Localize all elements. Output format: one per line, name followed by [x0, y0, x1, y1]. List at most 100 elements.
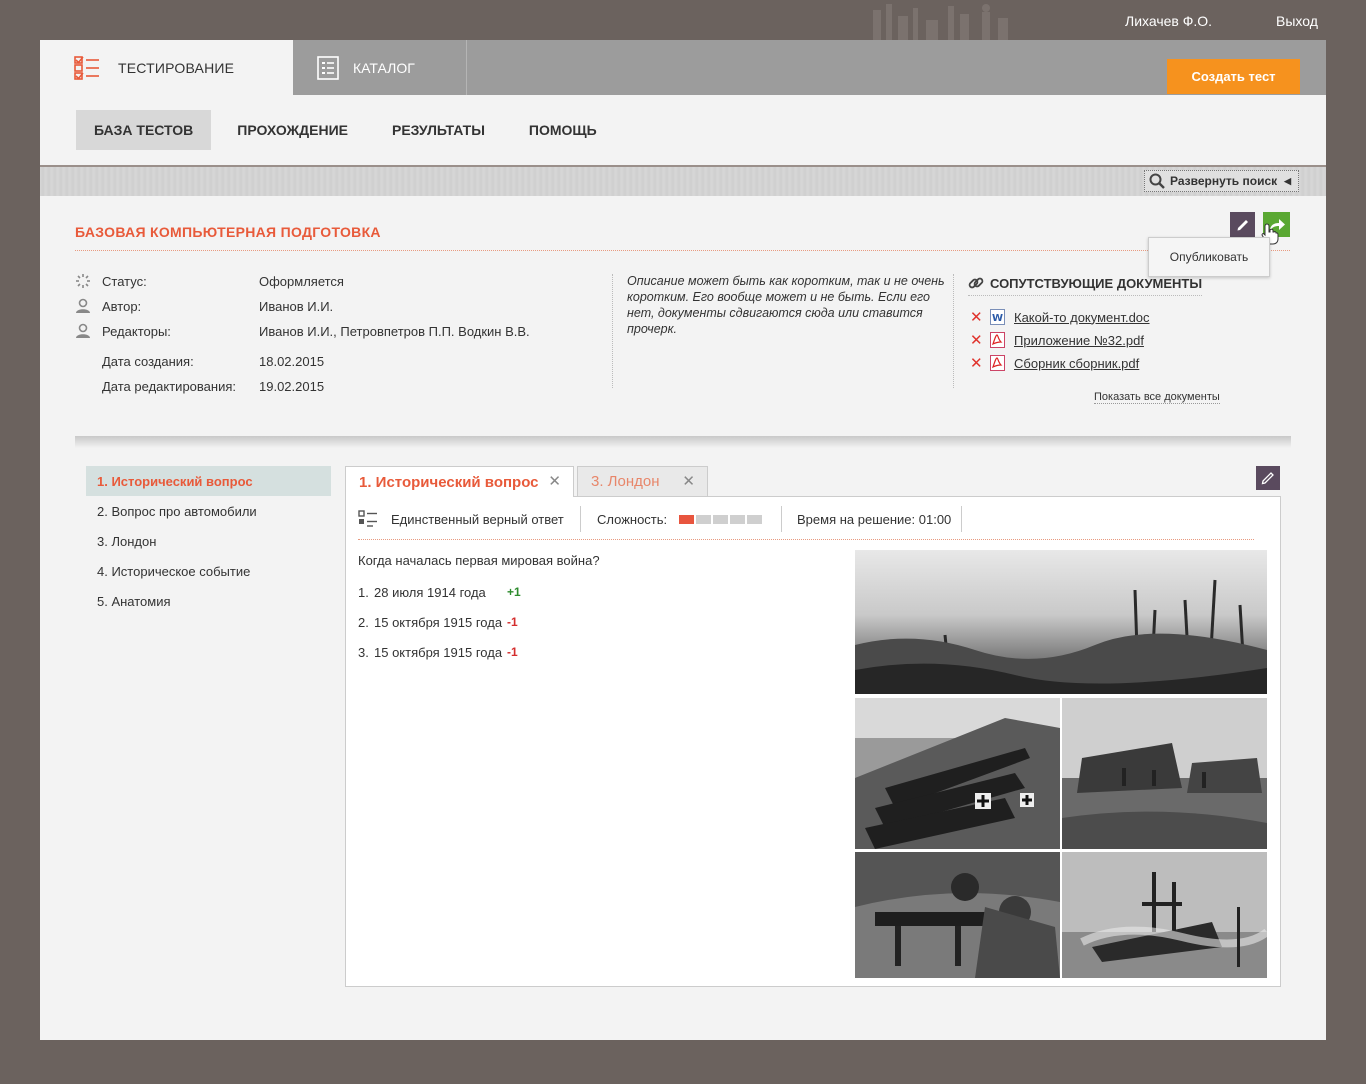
question-tab-3[interactable]: 3. Лондон ✕ [577, 466, 708, 496]
tab-catalog-label: КАТАЛОГ [353, 59, 415, 76]
sub-navigation: БАЗА ТЕСТОВ ПРОХОЖДЕНИЕ РЕЗУЛЬТАТЫ ПОМОЩ… [40, 95, 1326, 167]
sinking-ship-photo [1062, 852, 1267, 978]
caret-left-icon: ◀ [1284, 175, 1292, 186]
tab-testing[interactable]: ТЕСТИРОВАНИЕ [40, 40, 293, 95]
question-list-item[interactable]: 4. Историческое событие [86, 556, 331, 586]
checklist-icon [74, 55, 99, 80]
test-description: Описание может быть как коротким, так и … [627, 274, 945, 336]
editors-value: Иванов И.И., Петровпетров П.П. Водкин В.… [259, 323, 530, 339]
question-list-item[interactable]: 5. Анатомия [86, 586, 331, 616]
question-tab-label: 3. Лондон [591, 473, 660, 490]
expand-search-label: Развернуть поиск [1170, 174, 1278, 188]
difficulty-segment [679, 514, 695, 524]
divider [961, 506, 962, 532]
time-limit: Время на решение: 01:00 [797, 506, 951, 532]
page-title: БАЗОВАЯ КОМПЬЮТЕРНАЯ ПОДГОТОВКА [75, 224, 381, 240]
question-panel: Единственный верный ответ Сложность: Вре… [345, 496, 1281, 987]
answer-option: 2. 15 октября 1915 года -1 [358, 615, 518, 630]
close-tab-icon[interactable]: ✕ [548, 472, 561, 490]
author-value: Иванов И.И. [259, 298, 334, 314]
single-choice-icon [358, 510, 377, 527]
logout-link[interactable]: Выход [1276, 13, 1318, 29]
link-icon [968, 277, 984, 289]
expand-search-button[interactable]: Развернуть поиск ◀ [1144, 170, 1299, 192]
divider [580, 506, 581, 532]
status-label: Статус: [102, 273, 147, 289]
difficulty-segment [747, 514, 763, 524]
divider [781, 506, 782, 532]
answer-option: 1. 28 июля 1914 года +1 [358, 585, 521, 600]
spinner-icon [76, 274, 90, 288]
search-icon [1149, 173, 1165, 189]
create-test-button[interactable]: Создать тест [1167, 59, 1300, 94]
remove-document-icon[interactable]: ✕ [970, 308, 986, 326]
word-file-icon: W [990, 309, 1005, 325]
battlefield-photo [855, 550, 1267, 694]
close-tab-icon[interactable]: ✕ [682, 472, 695, 490]
tab-catalog[interactable]: КАТАЛОГ [293, 40, 467, 95]
edit-test-button[interactable] [1230, 212, 1255, 237]
main-header: ТЕСТИРОВАНИЕ КАТАЛОГ Создать тест [40, 40, 1326, 95]
answer-number: 3. [358, 645, 369, 660]
city-skyline-decoration [873, 4, 1008, 40]
difficulty: Сложность: [597, 506, 764, 532]
editors-label: Редакторы: [102, 323, 171, 339]
machine-gun-photo [855, 852, 1060, 978]
subnav-passing[interactable]: ПРОХОЖДЕНИЕ [219, 110, 366, 150]
user-icon [76, 323, 90, 338]
current-user-name[interactable]: Лихачев Ф.О. [1125, 13, 1212, 29]
top-bar: Лихачев Ф.О. Выход [0, 0, 1366, 40]
edited-label: Дата редактирования: [102, 378, 236, 394]
author-label: Автор: [102, 298, 142, 314]
edit-question-button[interactable] [1256, 466, 1280, 490]
documents-heading: СОПУТСТВУЮЩИЕ ДОКУМЕНТЫ [968, 275, 1203, 296]
pencil-icon [1261, 472, 1274, 485]
created-label: Дата создания: [102, 353, 194, 369]
question-list-item[interactable]: 3. Лондон [86, 526, 331, 556]
answer-type: Единственный верный ответ [358, 506, 564, 532]
answer-number: 1. [358, 585, 369, 600]
remove-document-icon[interactable]: ✕ [970, 354, 986, 372]
tanks-photo [1062, 698, 1267, 849]
subnav-help[interactable]: ПОМОЩЬ [511, 110, 615, 150]
subnav-results[interactable]: РЕЗУЛЬТАТЫ [374, 110, 503, 150]
status-value: Оформляется [259, 273, 344, 289]
question-list-item[interactable]: 1. Исторический вопрос [86, 466, 331, 496]
pdf-file-icon [990, 332, 1005, 348]
catalog-list-icon [317, 55, 339, 80]
question-text: Когда началась первая мировая война? [358, 553, 600, 568]
created-value: 18.02.2015 [259, 353, 325, 369]
airplanes-photo [855, 698, 1060, 849]
question-tab-1[interactable]: 1. Исторический вопрос ✕ [345, 466, 574, 497]
answer-score: -1 [507, 645, 518, 659]
difficulty-meter [679, 514, 764, 524]
answer-text: 15 октября 1915 года [374, 615, 503, 630]
pencil-icon [1237, 219, 1248, 230]
subnav-tests-base[interactable]: БАЗА ТЕСТОВ [76, 110, 212, 150]
search-bar: Развернуть поиск ◀ [40, 167, 1326, 196]
answer-score: +1 [507, 585, 521, 599]
document-link[interactable]: Приложение №32.pdf [1014, 333, 1144, 348]
publish-tooltip[interactable]: Опубликовать [1148, 237, 1270, 277]
document-link[interactable]: Сборник сборник.pdf [1014, 356, 1139, 371]
document-item: ✕ Сборник сборник.pdf [970, 354, 1139, 372]
question-tab-label: 1. Исторический вопрос [359, 473, 539, 491]
pdf-file-icon [990, 355, 1005, 371]
divider [612, 274, 613, 388]
documents-title: СОПУТСТВУЮЩИЕ ДОКУМЕНТЫ [990, 275, 1203, 291]
divider [953, 274, 954, 388]
difficulty-label: Сложность: [597, 511, 668, 527]
remove-document-icon[interactable]: ✕ [970, 331, 986, 349]
edited-value: 19.02.2015 [259, 378, 325, 394]
svg-text:W: W [992, 313, 1003, 324]
question-list-item[interactable]: 2. Вопрос про автомобили [86, 496, 331, 526]
answer-text: 15 октября 1915 года [374, 645, 503, 660]
answer-type-label: Единственный верный ответ [391, 511, 564, 527]
document-item: ✕ W Какой-то документ.doc [970, 308, 1150, 326]
section-divider [75, 436, 1291, 448]
difficulty-segment [730, 514, 746, 524]
document-link[interactable]: Какой-то документ.doc [1014, 310, 1150, 325]
show-all-documents-link[interactable]: Показать все документы [1094, 391, 1220, 404]
answer-text: 28 июля 1914 года [374, 585, 486, 600]
answer-option: 3. 15 октября 1915 года -1 [358, 645, 518, 660]
